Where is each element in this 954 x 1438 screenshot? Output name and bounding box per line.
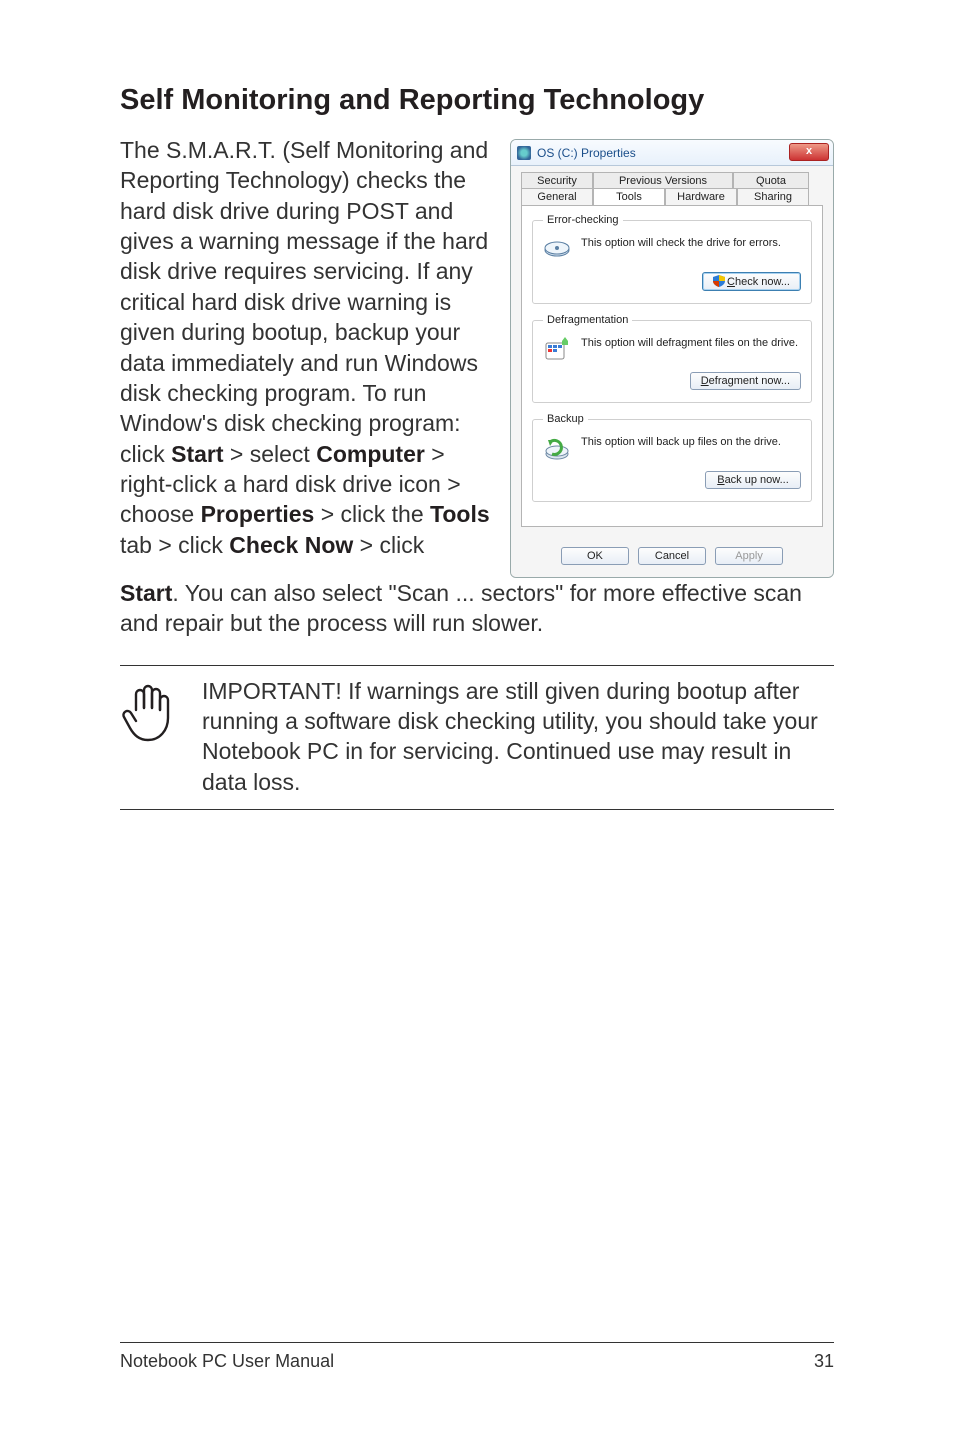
group-defragmentation: Defragmentation This option will defragm… [532, 314, 812, 403]
disk-check-icon [543, 236, 571, 264]
footer-title: Notebook PC User Manual [120, 1351, 334, 1372]
kw-checknow: Check Now [229, 532, 353, 558]
properties-dialog: OS (C:) Properties x Security Previous V… [510, 139, 834, 578]
backup-rest: ack up now... [725, 474, 789, 486]
drive-icon [517, 146, 531, 160]
ok-button[interactable]: OK [561, 547, 629, 565]
uac-shield-icon [713, 275, 725, 287]
backup-mnemonic: B [717, 474, 724, 486]
tab-sharing[interactable]: Sharing [737, 188, 809, 205]
body-text-1e: tab > click [120, 532, 229, 558]
tab-quota[interactable]: Quota [733, 172, 809, 189]
body-paragraph-wrapped: The S.M.A.R.T. (Self Monitoring and Repo… [120, 135, 492, 560]
tab-hardware[interactable]: Hardware [665, 188, 737, 205]
apply-button[interactable]: Apply [715, 547, 783, 565]
tab-tools[interactable]: Tools [593, 188, 665, 205]
cancel-button[interactable]: Cancel [638, 547, 706, 565]
group-error-checking: Error-checking This option will check th… [532, 214, 812, 304]
dialog-title: OS (C:) Properties [537, 146, 636, 160]
kw-properties: Properties [201, 501, 315, 527]
check-now-mnemonic: C [727, 276, 735, 288]
defrag-icon [543, 336, 571, 364]
check-now-button[interactable]: Check now... [702, 272, 801, 291]
error-checking-text: This option will check the drive for err… [581, 236, 801, 250]
kw-start: Start [171, 441, 223, 467]
legend-backup: Backup [543, 413, 588, 425]
kw-computer: Computer [316, 441, 425, 467]
defragment-now-button[interactable]: Defragment now... [690, 372, 801, 390]
body-text-1a: The S.M.A.R.T. (Self Monitoring and Repo… [120, 137, 488, 467]
tab-security[interactable]: Security [521, 172, 593, 189]
kw-start2: Start [120, 580, 172, 606]
important-note: IMPORTANT! If warnings are still given d… [120, 665, 834, 810]
body-paragraph-continued: Start. You can also select "Scan ... sec… [120, 578, 834, 639]
legend-defragmentation: Defragmentation [543, 314, 632, 326]
close-button[interactable]: x [789, 143, 829, 161]
defrag-text: This option will defragment files on the… [581, 336, 801, 350]
backup-icon [543, 435, 571, 463]
dialog-footer: OK Cancel Apply [511, 537, 833, 577]
page-number: 31 [814, 1351, 834, 1372]
kw-tools: Tools [430, 501, 490, 527]
backup-text: This option will back up files on the dr… [581, 435, 801, 449]
tab-previous-versions[interactable]: Previous Versions [593, 172, 733, 189]
tab-content-tools: Error-checking This option will check th… [521, 205, 823, 527]
defrag-rest: efragment now... [709, 375, 790, 387]
body-text-1d: > click the [314, 501, 430, 527]
legend-error-checking: Error-checking [543, 214, 623, 226]
defrag-mnemonic: D [701, 375, 709, 387]
body-text-1b: > select [224, 441, 317, 467]
important-note-text: IMPORTANT! If warnings are still given d… [202, 676, 834, 797]
tab-general[interactable]: General [521, 188, 593, 205]
group-backup: Backup This option will back up files on… [532, 413, 812, 502]
check-now-rest: heck now... [735, 276, 790, 288]
body-text-1f: > click [353, 532, 424, 558]
page-footer: Notebook PC User Manual 31 [120, 1342, 834, 1372]
backup-now-button[interactable]: Back up now... [705, 471, 801, 489]
hand-stop-icon [120, 676, 180, 797]
dialog-titlebar: OS (C:) Properties x [511, 140, 833, 166]
body-text-1g: . You can also select "Scan ... sectors"… [120, 580, 802, 636]
section-heading: Self Monitoring and Reporting Technology [120, 0, 834, 117]
